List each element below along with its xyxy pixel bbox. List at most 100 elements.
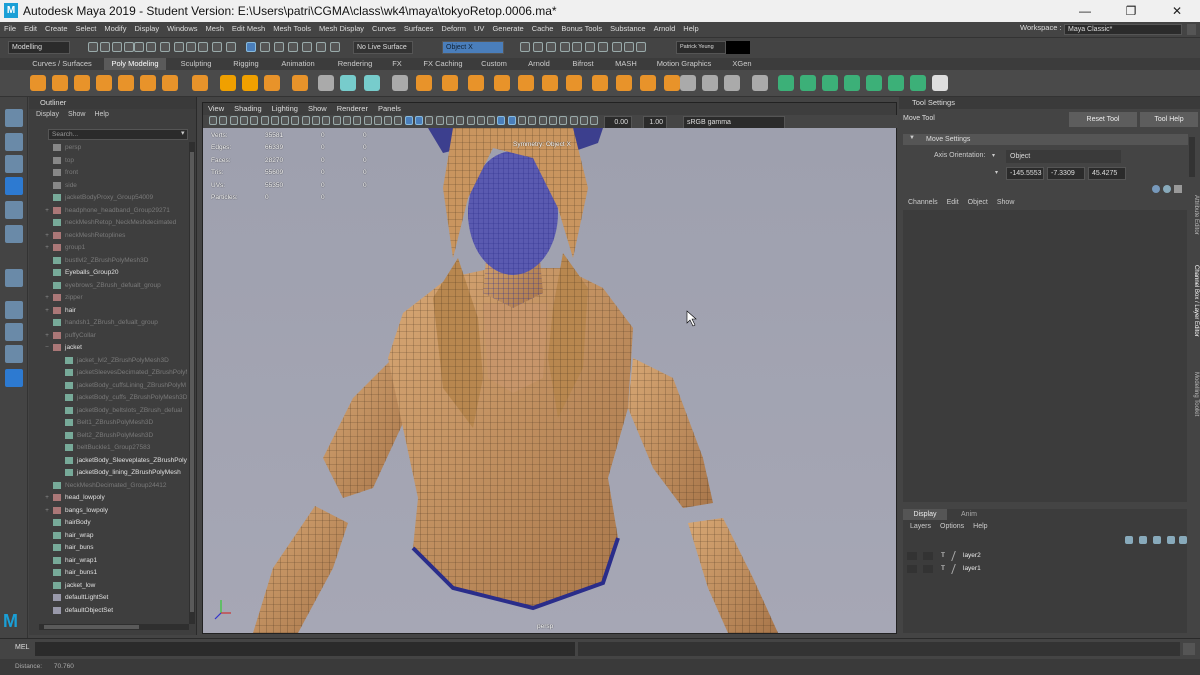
axis-orientation-dropdown[interactable]: Object xyxy=(1006,150,1121,163)
shelf-tool-icon[interactable] xyxy=(566,75,582,91)
viewport-toolbar-icon[interactable] xyxy=(476,116,485,125)
outliner-hscrollbar[interactable] xyxy=(39,624,189,630)
menu-modify[interactable]: Modify xyxy=(100,22,130,35)
status-tool-icon[interactable] xyxy=(174,42,184,52)
status-tool-icon[interactable] xyxy=(100,42,110,52)
shelf-tab-fx[interactable]: FX xyxy=(387,58,407,70)
shelf-tool-icon[interactable] xyxy=(264,75,280,91)
toolbox-tool-icon[interactable] xyxy=(5,109,23,127)
shelf-tool-icon[interactable] xyxy=(752,75,768,91)
menu-curves[interactable]: Curves xyxy=(368,22,400,35)
viewport-3d-view[interactable]: Verts: 35581 0 0 Edges: 66339 0 0 Faces: 28270 0 0 T… xyxy=(203,128,896,633)
expand-toggle-icon[interactable]: + xyxy=(43,242,51,254)
viewport-toolbar-icon[interactable] xyxy=(497,116,506,125)
shelf-tool-icon[interactable] xyxy=(364,75,380,91)
shelf-tool-icon[interactable] xyxy=(664,75,680,91)
expand-toggle-icon[interactable]: + xyxy=(43,492,51,504)
shelf-tab-curves-surfaces[interactable]: Curves / Surfaces xyxy=(30,58,94,70)
outliner-item[interactable]: hair_buns xyxy=(29,542,187,554)
shelf-tool-icon[interactable] xyxy=(416,75,432,91)
menu-edit[interactable]: Edit xyxy=(20,22,41,35)
viewport-toolbar-icon[interactable] xyxy=(250,116,259,125)
outliner-item[interactable]: − jacket xyxy=(29,342,187,354)
move-z-field[interactable]: 45.4275 xyxy=(1088,167,1126,180)
shelf-tab-fx-caching[interactable]: FX Caching xyxy=(417,58,469,70)
shelf-tab-rendering[interactable]: Rendering xyxy=(328,58,382,70)
shelf-tab-sculpting[interactable]: Sculpting xyxy=(173,58,219,70)
status-tool-icon[interactable] xyxy=(260,42,270,52)
shelf-tab-poly-modeling[interactable]: Poly Modeling xyxy=(104,58,166,70)
outliner-menu-help[interactable]: Help xyxy=(94,111,108,118)
toolbox-tool-icon[interactable] xyxy=(5,369,23,387)
viewport-toolbar-icon[interactable] xyxy=(342,116,351,125)
menu-surfaces[interactable]: Surfaces xyxy=(400,22,438,35)
outliner-item[interactable]: jacketBody_beltslots_ZBrush_defual xyxy=(29,405,187,417)
viewport-toolbar-icon[interactable] xyxy=(239,116,248,125)
outliner-item[interactable]: defaultObjectSet xyxy=(29,605,187,617)
shelf-tool-icon[interactable] xyxy=(518,75,534,91)
status-tool-icon[interactable] xyxy=(134,42,144,52)
shelf-tool-icon[interactable] xyxy=(910,75,926,91)
shelf-tab-animation[interactable]: Animation xyxy=(276,58,320,70)
layer-row[interactable]: Tlayer1 xyxy=(905,563,1185,575)
viewport-toolbar-icon[interactable] xyxy=(291,116,300,125)
outliner-item[interactable]: side xyxy=(29,180,187,192)
viewport-toolbar-icon[interactable] xyxy=(353,116,362,125)
shelf-tab-xgen[interactable]: XGen xyxy=(727,58,757,70)
outliner-item[interactable]: hair_wrap1 xyxy=(29,555,187,567)
menu-edit-mesh[interactable]: Edit Mesh xyxy=(228,22,269,35)
viewport-toolbar-icon[interactable] xyxy=(270,116,279,125)
viewport-toolbar-icon[interactable] xyxy=(322,116,331,125)
status-tool-icon[interactable] xyxy=(146,42,156,52)
outliner-item[interactable]: jacketBody_cuffsLining_ZBrushPolyM xyxy=(29,380,187,392)
menu-mesh-display[interactable]: Mesh Display xyxy=(315,22,368,35)
menu-select[interactable]: Select xyxy=(72,22,101,35)
outliner-item[interactable]: + zipper xyxy=(29,292,187,304)
status-tool-icon[interactable] xyxy=(88,42,98,52)
viewport-toolbar-icon[interactable] xyxy=(209,116,217,125)
viewport-toolbar-icon[interactable] xyxy=(332,116,341,125)
shelf-tool-icon[interactable] xyxy=(822,75,838,91)
shelf-tool-icon[interactable] xyxy=(162,75,178,91)
shelf-tab-custom[interactable]: Custom xyxy=(476,58,512,70)
viewport-toolbar-icon[interactable] xyxy=(404,116,413,125)
status-tool-icon[interactable] xyxy=(316,42,326,52)
status-tool-icon[interactable] xyxy=(585,42,595,52)
shelf-tool-icon[interactable] xyxy=(30,75,46,91)
shelf-tool-icon[interactable] xyxy=(318,75,334,91)
status-tool-icon[interactable] xyxy=(302,42,312,52)
maximize-button[interactable]: ❐ xyxy=(1108,0,1154,22)
layer-visibility-toggle[interactable] xyxy=(907,564,917,573)
layer-action-icon[interactable] xyxy=(1153,536,1161,544)
minimize-button[interactable]: — xyxy=(1062,0,1108,22)
layer-tab-anim[interactable]: Anim xyxy=(949,509,989,520)
outliner-item[interactable]: persp xyxy=(29,142,187,154)
menu-windows[interactable]: Windows xyxy=(163,22,201,35)
coord-dropdown-arrow-icon[interactable]: ▾ xyxy=(995,169,998,176)
outliner-item[interactable]: top xyxy=(29,155,187,167)
viewport-toolbar-icon[interactable] xyxy=(548,116,557,125)
outliner-item[interactable]: jacketBody_cuffs_ZBrushPolyMesh3D xyxy=(29,392,187,404)
menu-mesh-tools[interactable]: Mesh Tools xyxy=(269,22,315,35)
shelf-tool-icon[interactable] xyxy=(494,75,510,91)
symmetry-dropdown[interactable]: Object X xyxy=(442,41,504,54)
outliner-item[interactable]: handsh1_ZBrush_defualt_group xyxy=(29,317,187,329)
viewport-toolbar-icon[interactable] xyxy=(425,116,434,125)
viewport-toolbar-icon[interactable] xyxy=(312,116,320,125)
outliner-item[interactable]: eyebrows_ZBrush_defualt_group xyxy=(29,280,187,292)
channel-menu-channels[interactable]: Channels xyxy=(908,199,938,206)
shelf-tool-icon[interactable] xyxy=(702,75,718,91)
menu-set-dropdown[interactable]: Modelling xyxy=(8,41,70,54)
menu-bonus-tools[interactable]: Bonus Tools xyxy=(557,22,606,35)
viewport-menu-show[interactable]: Show xyxy=(308,104,327,113)
shelf-tab-bifrost[interactable]: Bifrost xyxy=(563,58,603,70)
shelf-tab-mash[interactable]: MASH xyxy=(611,58,641,70)
outliner-item[interactable]: hair_buns1 xyxy=(29,567,187,579)
shelf-tool-icon[interactable] xyxy=(592,75,608,91)
toolbox-tool-icon[interactable] xyxy=(5,201,23,219)
layer-type-toggle[interactable]: T xyxy=(941,563,945,575)
outliner-item[interactable]: jacketBodyProxy_Group54009 xyxy=(29,192,187,204)
status-tool-icon[interactable] xyxy=(246,42,256,52)
menu-file[interactable]: File xyxy=(0,22,20,35)
status-tool-icon[interactable] xyxy=(572,42,582,52)
